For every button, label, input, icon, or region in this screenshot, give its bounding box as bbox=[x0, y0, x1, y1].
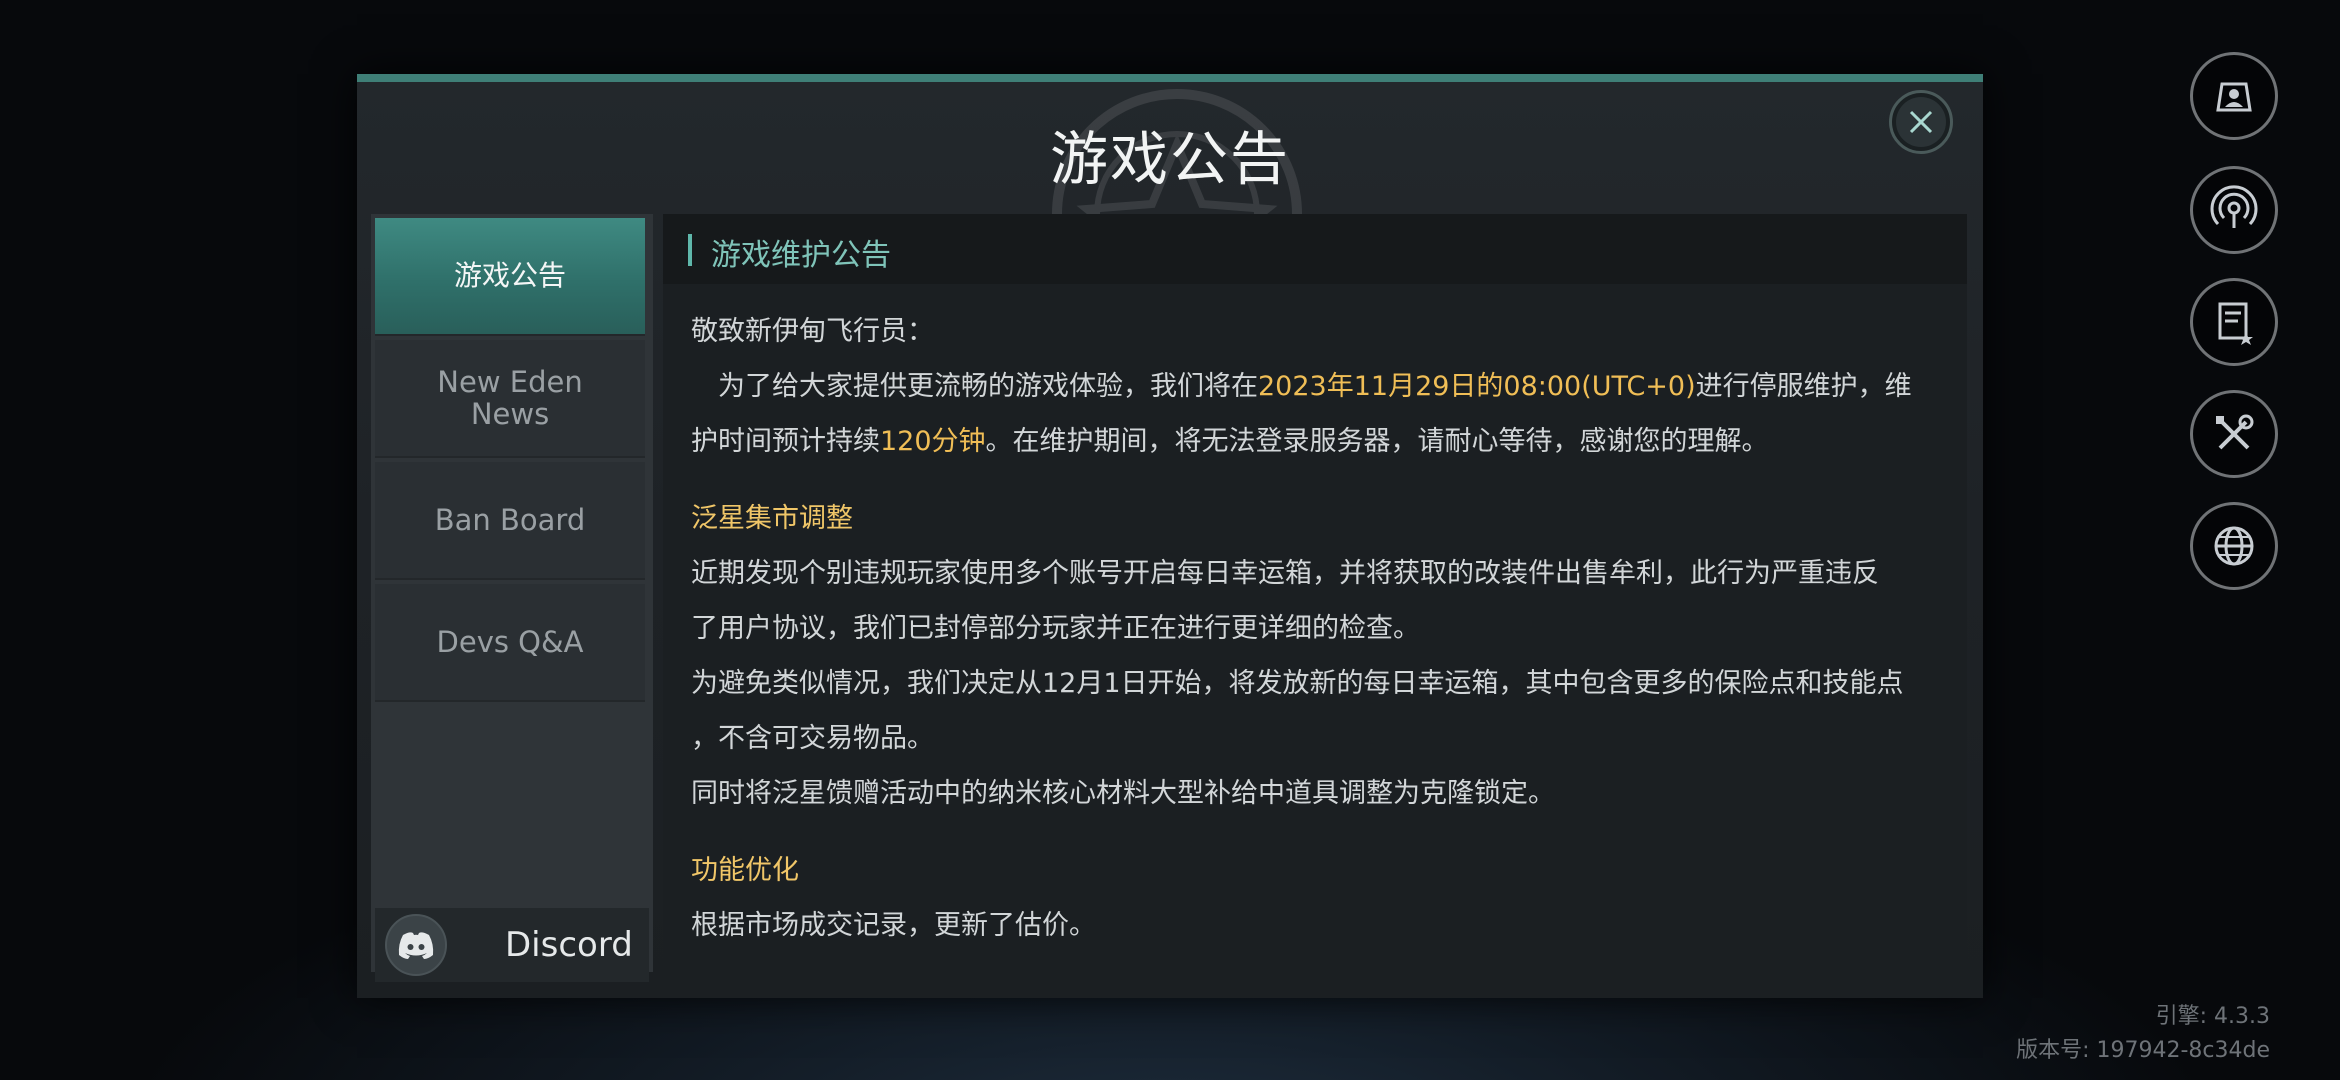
notice-button[interactable] bbox=[2190, 278, 2278, 366]
paragraph-line: 近期发现个别违规玩家使用多个账号开启每日幸运箱，并将获取的改装件出售牟利，此行为… bbox=[691, 558, 1879, 589]
announcement-body: 敬致新伊甸飞行员： 为了给大家提供更流畅的游戏体验，我们将在2023年11月29… bbox=[691, 304, 1941, 953]
tab-game-announcement[interactable]: 游戏公告 bbox=[375, 218, 645, 336]
profile-button[interactable] bbox=[2190, 52, 2278, 140]
tools-icon bbox=[2216, 414, 2254, 450]
paragraph-line: 同时将泛星馈赠活动中的纳米核心材料大型补给中道具调整为克隆锁定。 bbox=[691, 778, 1555, 809]
signal-button[interactable] bbox=[2190, 166, 2278, 254]
tab-label: 游戏公告 bbox=[453, 259, 566, 292]
paragraph-line: 了用户协议，我们已封停部分玩家并正在进行更详细的检查。 bbox=[691, 613, 1420, 644]
greeting: 敬致新伊甸飞行员： bbox=[691, 316, 934, 347]
paragraph-line: 根据市场成交记录，更新了估价。 bbox=[691, 910, 1096, 941]
dialog-top-accent bbox=[357, 74, 1983, 82]
close-icon bbox=[1909, 110, 1933, 134]
maintenance-time: 2023年11月29日的08:00(UTC+0) bbox=[1258, 371, 1696, 402]
maintenance-duration: 120分钟 bbox=[880, 426, 986, 457]
game-screen: 引擎: 4.3.3 版本号: 197942-8c34de 游戏公告 游戏公告 N… bbox=[0, 0, 2340, 1080]
engine-version: 引擎: 4.3.3 bbox=[2155, 1004, 2270, 1029]
paragraph-maintenance: 为了给大家提供更流畅的游戏体验，我们将在2023年11月29日的08:00(UT… bbox=[718, 371, 1912, 402]
header-accent-bar bbox=[688, 234, 692, 266]
tab-devs-qa[interactable]: Devs Q&A bbox=[375, 584, 645, 702]
profile-icon bbox=[2216, 82, 2252, 112]
close-button[interactable] bbox=[1889, 90, 1953, 154]
dialog-title: 游戏公告 bbox=[1049, 125, 1290, 193]
discord-button[interactable]: Discord bbox=[375, 908, 649, 982]
category-sidebar: 游戏公告 New Eden News Ban Board Devs Q&A bbox=[371, 214, 653, 972]
content-header: 游戏维护公告 bbox=[663, 214, 1967, 284]
notice-icon bbox=[2218, 302, 2253, 345]
signal-icon bbox=[2210, 185, 2258, 228]
tab-label: New Eden News bbox=[437, 365, 583, 431]
tab-label: Ban Board bbox=[434, 503, 586, 537]
announcement-title: 游戏维护公告 bbox=[711, 238, 891, 273]
tab-ban-board[interactable]: Ban Board bbox=[375, 462, 645, 580]
paragraph-line: ，不含可交易物品。 bbox=[691, 723, 934, 754]
announcement-content[interactable]: 游戏维护公告 敬致新伊甸飞行员： 为了给大家提供更流畅的游戏体验，我们将在202… bbox=[663, 214, 1967, 984]
paragraph-line: 为避免类似情况，我们决定从12月1日开始，将发放新的每日幸运箱，其中包含更多的保… bbox=[691, 668, 1904, 699]
settings-button[interactable] bbox=[2190, 390, 2278, 478]
announcement-dialog: 游戏公告 游戏公告 New Eden News Ban Board Devs Q&… bbox=[357, 74, 1983, 998]
build-version: 版本号: 197942-8c34de bbox=[2016, 1038, 2270, 1063]
paragraph-maintenance-cont: 护时间预计持续120分钟。在维护期间，将无法登录服务器，请耐心等待，感谢您的理解… bbox=[691, 426, 1769, 457]
discord-icon bbox=[385, 914, 447, 976]
section-title-market: 泛星集市调整 bbox=[691, 503, 853, 534]
globe-icon bbox=[2214, 526, 2254, 566]
tab-new-eden-news[interactable]: New Eden News bbox=[375, 340, 645, 458]
tab-label: Devs Q&A bbox=[436, 625, 584, 659]
discord-label: Discord bbox=[505, 925, 633, 965]
section-title-optimization: 功能优化 bbox=[691, 855, 799, 886]
language-button[interactable] bbox=[2190, 502, 2278, 590]
